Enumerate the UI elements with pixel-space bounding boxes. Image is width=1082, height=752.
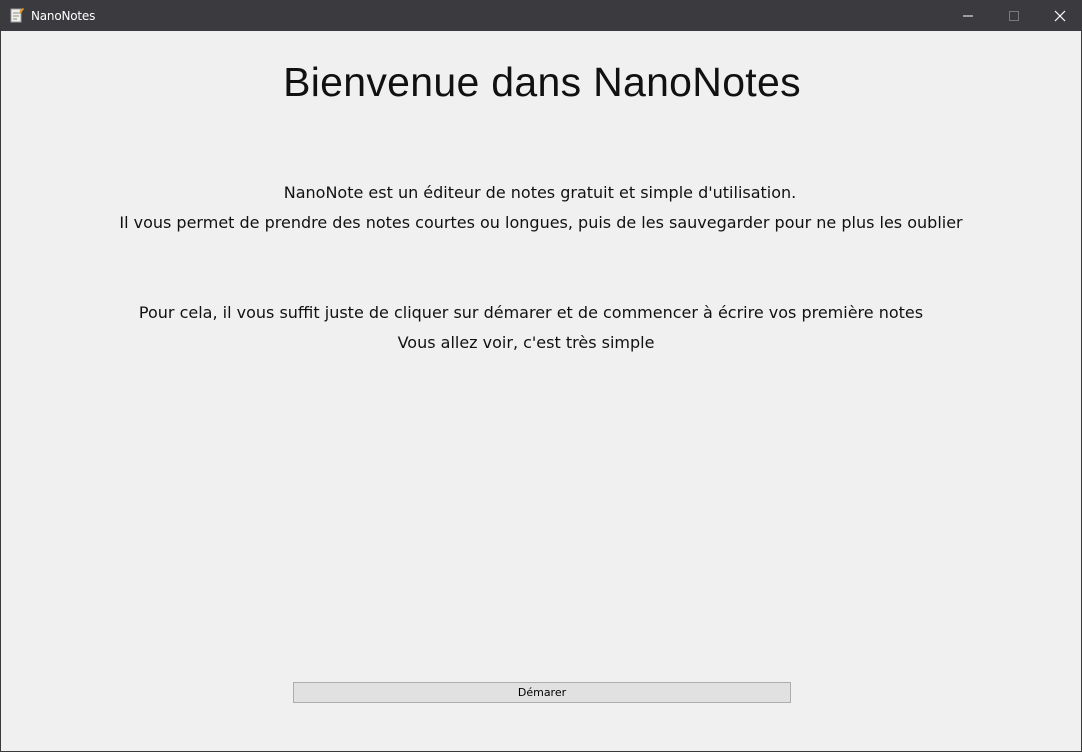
close-icon <box>1054 10 1066 22</box>
howto-text-line-1: Pour cela, il vous suffit juste de cliqu… <box>138 303 924 322</box>
close-button[interactable] <box>1037 0 1082 31</box>
minimize-button[interactable] <box>945 0 991 31</box>
intro-text-line-1: NanoNote est un éditeur de notes gratuit… <box>283 183 797 202</box>
howto-text-line-2: Vous allez voir, c'est très simple <box>397 333 655 352</box>
intro-text-line-2: Il vous permet de prendre des notes cour… <box>119 213 963 232</box>
app-window: NanoNotes Bienvenue dans NanoNotes NanoN… <box>0 0 1082 752</box>
main-content: Bienvenue dans NanoNotes NanoNote est un… <box>2 31 1082 751</box>
maximize-icon <box>1009 11 1019 21</box>
maximize-button[interactable] <box>991 0 1037 31</box>
window-title: NanoNotes <box>31 9 96 23</box>
title-bar[interactable]: NanoNotes <box>1 0 1082 31</box>
start-button[interactable]: Démarer <box>293 682 791 703</box>
page-title: Bienvenue dans NanoNotes <box>283 59 801 105</box>
notepad-icon <box>10 7 24 23</box>
minimize-icon <box>963 15 973 17</box>
